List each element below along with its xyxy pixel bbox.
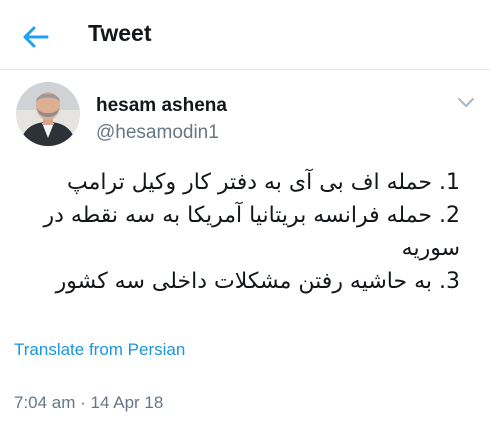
tweet-timestamp: 7:04 am · 14 Apr 18 <box>14 393 164 412</box>
author-handle[interactable]: @hesamodin1 <box>96 122 219 144</box>
tweet-line: 3. به حاشیه رفتن مشکلات داخلی سه کشور <box>55 269 460 294</box>
tweet-line: سوریه <box>401 236 460 261</box>
chevron-down-icon[interactable] <box>454 92 478 112</box>
translate-link[interactable]: Translate from Persian <box>14 340 185 360</box>
tweet-line: 2. حمله فرانسه بریتانیا آمریکا به سه نقط… <box>43 203 460 228</box>
back-arrow-icon[interactable] <box>20 22 50 52</box>
avatar[interactable] <box>16 82 80 146</box>
tweet-text: 1. حمله اف بی آی به دفتر کار وکیل ترامپ … <box>12 166 460 298</box>
tweet-line: 1. حمله اف بی آی به دفتر کار وکیل ترامپ <box>66 170 460 195</box>
author-name[interactable]: hesam ashena <box>96 95 227 117</box>
top-bar: Tweet <box>0 0 490 70</box>
page-title: Tweet <box>88 20 152 46</box>
